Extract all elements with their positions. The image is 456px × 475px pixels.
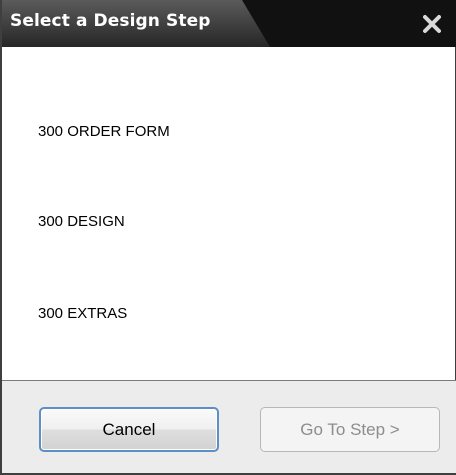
go-to-step-button[interactable]: Go To Step >: [260, 407, 440, 452]
list-item-extras[interactable]: 300 EXTRAS: [38, 284, 440, 344]
title-bar: Select a Design Step: [2, 0, 456, 47]
dialog-title: Select a Design Step: [10, 11, 211, 31]
list-item-design[interactable]: 300 DESIGN: [38, 192, 440, 252]
list-item-order-form[interactable]: 300 ORDER FORM: [38, 102, 440, 162]
cancel-button[interactable]: Cancel: [39, 407, 219, 452]
close-button[interactable]: [416, 8, 448, 40]
close-x-icon: [423, 15, 441, 33]
button-bar: Cancel Go To Step >: [2, 380, 456, 473]
select-design-step-dialog: Select a Design Step 300 ORDER FORM 300 …: [0, 0, 456, 475]
design-step-list: 300 ORDER FORM 300 DESIGN 300 EXTRAS: [38, 72, 440, 365]
